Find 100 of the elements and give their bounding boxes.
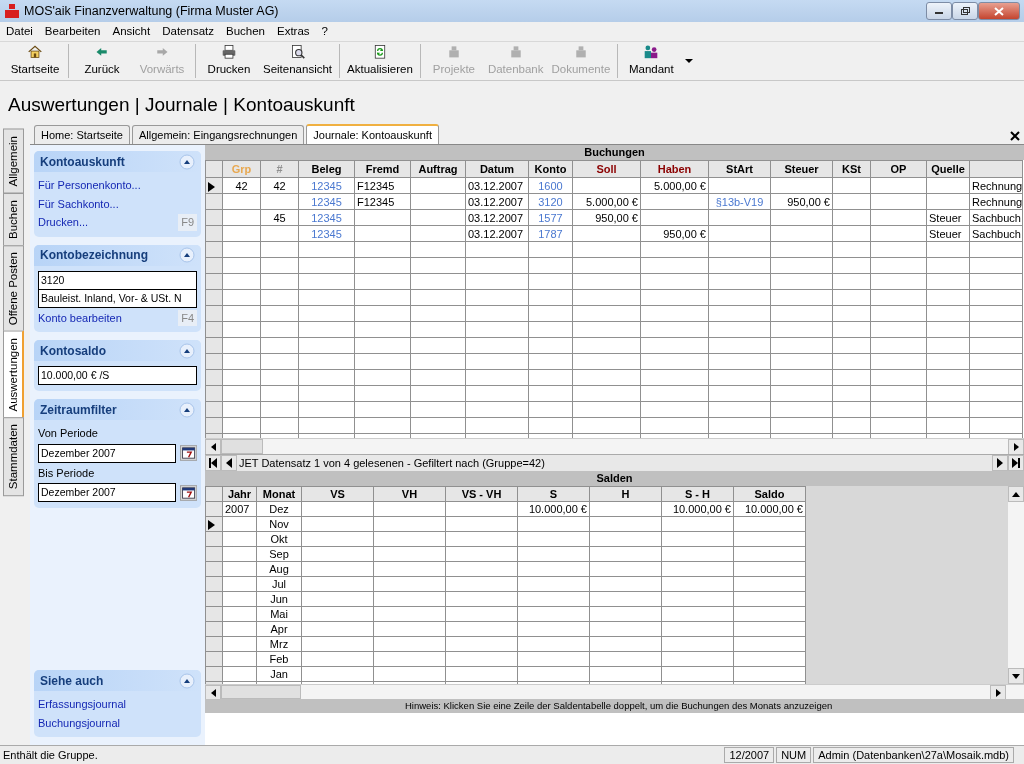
column-header[interactable]: S <box>517 486 590 502</box>
column-header[interactable]: KSt <box>832 160 871 178</box>
collapse-icon[interactable] <box>179 401 195 418</box>
tab[interactable]: Journale: Kontoauskunft <box>306 123 439 144</box>
column-header[interactable]: VH <box>373 486 446 502</box>
scroll-down-button[interactable] <box>1008 668 1024 684</box>
close-icon[interactable] <box>1010 131 1020 141</box>
scroll-up-button[interactable] <box>1008 486 1024 502</box>
link-cell[interactable]: 3120 <box>528 193 573 210</box>
column-header[interactable]: S - H <box>661 486 734 502</box>
toolbar-button[interactable]: Aktualisieren <box>343 44 417 78</box>
panel-link[interactable]: Erfassungsjournal <box>38 696 127 713</box>
tab[interactable]: Allgemein: Eingangsrechnungen <box>131 124 305 144</box>
left-arrow-icon <box>210 443 216 451</box>
record-status: JET Datensatz 1 von 4 gelesenen - Gefiltert nach (Gruppe=42) <box>238 455 546 471</box>
restore-button[interactable] <box>952 2 978 20</box>
scroll-right-button[interactable] <box>1008 439 1024 455</box>
toolbar-button[interactable]: Seitenansicht <box>259 44 337 78</box>
side-tab[interactable]: Offene Posten <box>3 244 24 332</box>
menu-item[interactable]: ? <box>315 22 334 41</box>
menu-item[interactable]: Datensatz <box>156 22 220 41</box>
column-header[interactable]: Auftrag <box>410 160 466 178</box>
side-tab[interactable]: Allgemein <box>3 129 24 194</box>
table-cell: Apr <box>256 621 302 637</box>
table-cell: 10.000,00 € <box>733 501 806 517</box>
menu-item[interactable]: Extras <box>271 22 316 41</box>
column-header[interactable]: Quelle <box>926 160 970 178</box>
left-arrow-icon <box>210 689 216 697</box>
table-cell: 42 <box>222 177 261 194</box>
link-cell[interactable]: 1577 <box>528 209 573 226</box>
link-cell[interactable]: 12345 <box>298 177 355 194</box>
input-field[interactable]: 10.000,00 € /S <box>38 366 197 385</box>
collapse-icon[interactable] <box>179 153 195 170</box>
date-field[interactable]: Dezember 2007 <box>38 443 176 463</box>
column-header[interactable]: OP <box>870 160 927 178</box>
panel-link[interactable]: Konto bearbeiten <box>38 309 122 326</box>
scroll-thumb[interactable] <box>221 439 263 454</box>
first-record-button[interactable] <box>205 455 221 471</box>
column-header[interactable]: Steuer <box>770 160 833 178</box>
toolbar-button[interactable]: Zurück <box>72 44 132 78</box>
table-cell: Steuer <box>926 225 970 242</box>
side-tab[interactable]: Auswertungen <box>3 330 24 419</box>
date-field[interactable]: Dezember 2007 <box>38 483 176 502</box>
link-cell[interactable]: §13b-V19 <box>708 193 771 210</box>
column-header[interactable]: H <box>589 486 662 502</box>
table-cell: F12345 <box>354 193 411 210</box>
hint-text: Hinweis: Klicken Sie eine Zeile der Saldentabelle doppelt, um die Buchungen des Monats anzuzeigen <box>405 700 833 711</box>
side-tab[interactable]: Stammdaten <box>3 417 24 497</box>
toolbar-button[interactable]: Mandant <box>621 44 682 78</box>
column-header[interactable]: VS - VH <box>445 486 518 502</box>
calendar-icon[interactable] <box>179 444 197 462</box>
table-cell: Dez <box>256 501 302 517</box>
link-cell[interactable]: 1600 <box>528 177 573 194</box>
collapse-icon[interactable] <box>179 247 195 263</box>
restore-icon <box>960 7 970 15</box>
tab[interactable]: Home: Startseite <box>34 124 130 144</box>
column-header[interactable]: Jahr <box>222 486 257 502</box>
last-record-button[interactable] <box>1008 455 1024 471</box>
panel-link[interactable]: Für Personenkonto... <box>38 177 141 194</box>
column-header[interactable]: Fremd <box>354 160 411 178</box>
previous-record-button[interactable] <box>221 455 237 471</box>
column-header[interactable]: Soll <box>572 160 641 178</box>
panel-title: Kontobezeichnung <box>40 247 148 264</box>
minimize-button[interactable] <box>926 2 952 20</box>
toolbar-button[interactable]: Drucken <box>199 44 259 78</box>
column-header[interactable]: Saldo <box>733 486 806 502</box>
column-header[interactable]: StArt <box>708 160 771 178</box>
column-header[interactable]: Monat <box>256 486 302 502</box>
collapse-icon[interactable] <box>179 672 195 689</box>
grid-title: Buchungen <box>205 145 1024 160</box>
link-cell[interactable]: 1787 <box>528 225 573 242</box>
toolbar-button[interactable]: Startseite <box>5 44 65 78</box>
menu-item[interactable]: Datei <box>0 22 39 41</box>
link-cell[interactable]: 12345 <box>298 193 355 210</box>
next-record-button[interactable] <box>992 455 1008 471</box>
table-cell: Nov <box>256 516 302 532</box>
scroll-thumb[interactable] <box>221 685 301 699</box>
menu-item[interactable]: Buchen <box>220 22 271 41</box>
status-panel: Admin (Datenbanken\27a\Mosaik.mdb) <box>813 747 1014 763</box>
table-cell: Sep <box>256 546 302 562</box>
link-cell[interactable]: 12345 <box>298 225 355 242</box>
close-button[interactable] <box>978 2 1020 20</box>
side-tab[interactable]: Buchen <box>3 192 24 246</box>
menu-item[interactable]: Ansicht <box>106 22 157 41</box>
table-cell: 10.000,00 € <box>517 501 590 517</box>
column-header[interactable]: VS <box>301 486 374 502</box>
panel-link[interactable]: Buchungsjournal <box>38 714 120 731</box>
column-header[interactable]: Datum <box>465 160 529 178</box>
column-header[interactable]: Konto <box>528 160 573 178</box>
panel-link[interactable]: Für Sachkonto... <box>38 195 119 212</box>
panel-link[interactable]: Drucken... <box>38 214 89 231</box>
collapse-icon[interactable] <box>179 342 195 359</box>
column-header[interactable]: Beleg <box>298 160 355 178</box>
menu-item[interactable]: Bearbeiten <box>38 22 107 41</box>
up-arrow-icon <box>1012 491 1020 497</box>
scroll-left-button[interactable] <box>205 439 221 455</box>
input-field[interactable]: 3120 <box>38 270 197 290</box>
calendar-icon[interactable] <box>179 483 197 502</box>
link-cell[interactable]: 12345 <box>298 209 355 226</box>
column-header[interactable]: Haben <box>640 160 709 178</box>
